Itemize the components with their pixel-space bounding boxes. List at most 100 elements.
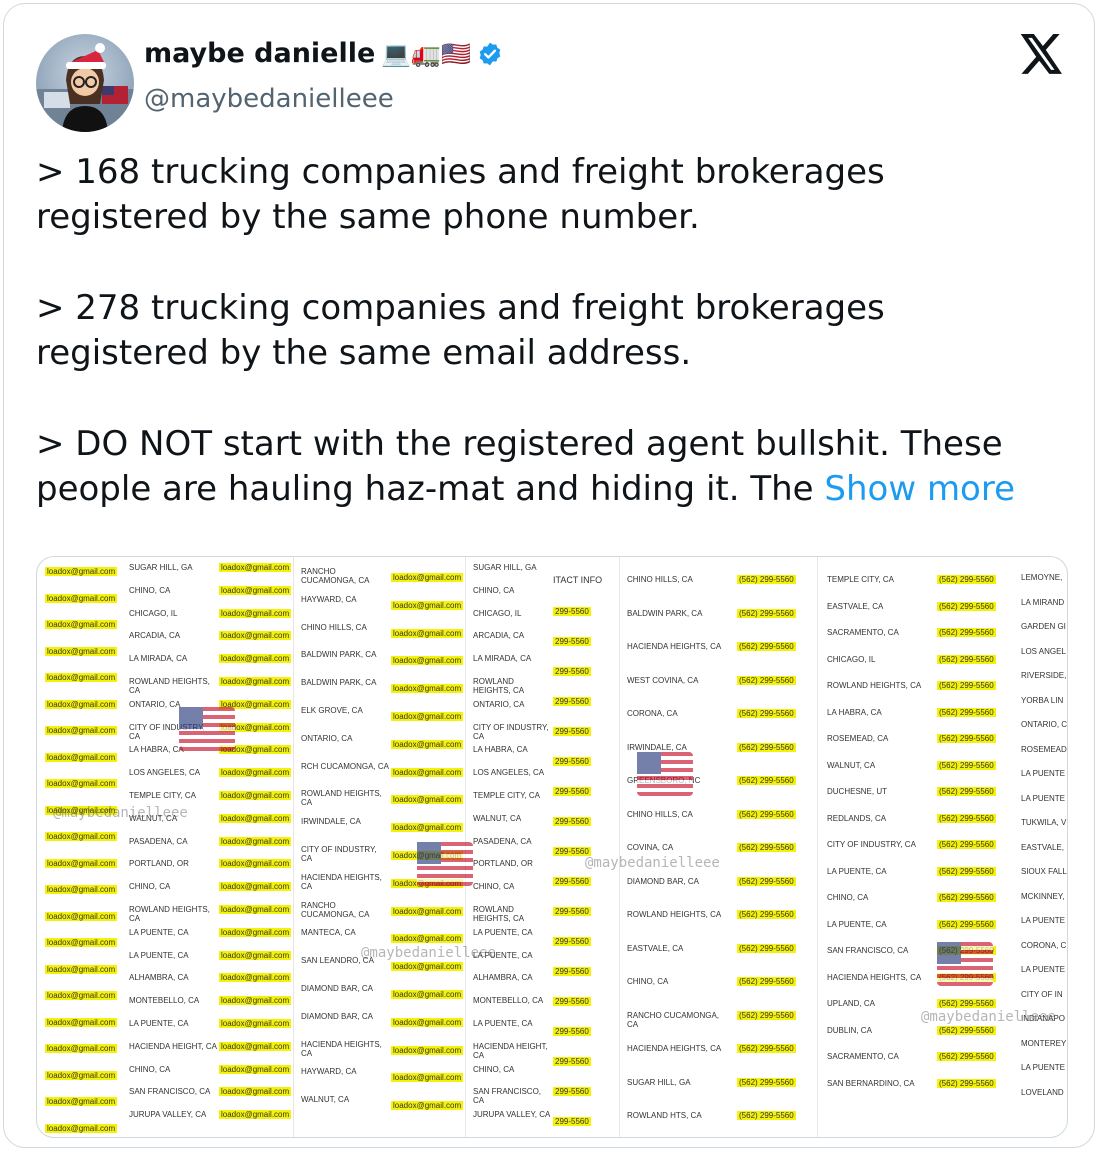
email-cell: loadox@gmail.com: [45, 752, 118, 762]
email-cell: loadox@gmail.com: [391, 1045, 464, 1055]
phone-cell: (562) 299-5560: [737, 675, 796, 685]
phone-cell-text: (562) 299-5560: [737, 843, 796, 852]
email-cell-text: loadox@gmail.com: [219, 905, 292, 914]
city-cell: EASTVALE, CA: [827, 601, 884, 611]
phone-cell: 299-5560: [553, 667, 591, 676]
city-cell: CHINO HILLS, CA: [627, 575, 693, 584]
phone-cell: (562) 299-5560: [937, 1052, 996, 1061]
city-cell: PASADENA, CA: [473, 836, 532, 846]
email-cell-text: loadox@gmail.com: [219, 768, 292, 778]
email-cell-text: loadox@gmail.com: [45, 646, 118, 656]
phone-cell-text: (562) 299-5560: [937, 919, 996, 929]
city-cell: CHINO, CA: [129, 585, 171, 595]
email-cell: loadox@gmail.com: [219, 859, 292, 869]
city-cell: PORTLAND, OR: [473, 859, 533, 869]
email-cell-text: loadox@gmail.com: [219, 813, 292, 823]
city-cell: CHINO, CA: [129, 882, 171, 892]
city-cell: LA PUENTE, CA: [827, 866, 887, 876]
city-cell: LA PUENTE, CA: [129, 1019, 189, 1028]
city-cell: CHINO, CA: [473, 585, 515, 595]
tweet-media-image[interactable]: loadox@gmail.com loadox@gmail.com loadox@g…: [36, 556, 1068, 1138]
phone-cell-text: 299-5560: [553, 937, 591, 946]
email-cell-text: loadox@gmail.com: [391, 573, 464, 582]
city-cell: HACIENDA HEIGHTS, CA: [301, 872, 382, 891]
phone-cell: (562) 299-5560: [737, 1010, 796, 1020]
email-cell: loadox@gmail.com: [45, 779, 118, 788]
email-cell: loadox@gmail.com: [391, 739, 464, 749]
phone-column: (562) 299-5560 (562) 299-5560 (562) 299-55…: [737, 557, 807, 1137]
city-cell: LA PUENTE: [1021, 1063, 1066, 1072]
email-cell-text: loadox@gmail.com: [45, 779, 118, 788]
email-cell-text: loadox@gmail.com: [219, 1110, 292, 1120]
city-cell: SAN BERNARDINO, CA: [827, 1078, 915, 1088]
email-cell: loadox@gmail.com: [45, 726, 118, 735]
email-cell-text: loadox@gmail.com: [45, 567, 118, 576]
city-cell: CHINO, CA: [473, 882, 515, 892]
x-logo-icon[interactable]: [1020, 34, 1064, 78]
email-cell: loadox@gmail.com: [219, 1064, 292, 1074]
email-cell-text: loadox@gmail.com: [45, 858, 118, 868]
email-cell: loadox@gmail.com: [391, 573, 464, 582]
email-cell-text: loadox@gmail.com: [391, 628, 464, 638]
phone-cell-text: (562) 299-5560: [937, 601, 996, 611]
phone-cell-text: 299-5560: [553, 997, 591, 1006]
city-cell: MONTEBELLO, CA: [129, 996, 200, 1006]
city-cell: SACRAMENTO, CA: [827, 1052, 899, 1061]
author-name-row[interactable]: maybe danielle 💻🚛🇺🇸: [144, 38, 503, 69]
author-handle[interactable]: @maybedanielleee: [144, 84, 394, 114]
phone-cell-text: 299-5560: [553, 1087, 591, 1096]
phone-cell-text: (562) 299-5560: [937, 1025, 996, 1035]
phone-cell-text: 299-5560: [553, 607, 591, 616]
email-cell: loadox@gmail.com: [391, 628, 464, 638]
email-cell-text: loadox@gmail.com: [391, 600, 464, 610]
email-cell: loadox@gmail.com: [219, 585, 292, 595]
email-cell-text: loadox@gmail.com: [391, 1073, 464, 1083]
phone-cell-text: (562) 299-5560: [737, 809, 796, 819]
phone-cell: 299-5560: [553, 787, 591, 796]
verified-badge-icon: [479, 42, 501, 65]
divider: [817, 557, 818, 1137]
phone-cell-text: (562) 299-5560: [937, 1052, 996, 1061]
phone-cell-text: (562) 299-5560: [937, 760, 996, 770]
email-column: loadox@gmail.com loadox@gmail.com loadox@g…: [219, 557, 292, 1137]
city-cell: ROWLAND HEIGHTS, CA: [129, 677, 210, 695]
email-cell-text: loadox@gmail.com: [45, 752, 118, 762]
email-cell-text: loadox@gmail.com: [219, 631, 292, 641]
city-cell: ARCADIA, CA: [129, 631, 181, 641]
city-cell: LA MIRAND: [1021, 597, 1065, 607]
email-cell: loadox@gmail.com: [391, 767, 464, 777]
email-cell: loadox@gmail.com: [391, 1017, 464, 1027]
email-cell: loadox@gmail.com: [391, 1101, 464, 1111]
phone-cell: (562) 299-5560: [737, 1111, 796, 1120]
city-cell: CHICAGO, IL: [827, 654, 876, 664]
show-more-link[interactable]: Show more: [824, 469, 1015, 509]
email-cell: loadox@gmail.com: [45, 699, 118, 709]
email-cell-text: loadox@gmail.com: [45, 1044, 118, 1053]
phone-cell: 299-5560: [553, 637, 591, 646]
city-cell: ONTARIO, C: [1021, 720, 1068, 729]
phone-cell-text: 299-5560: [553, 727, 591, 736]
email-cell: loadox@gmail.com: [45, 620, 118, 629]
city-cell: CHINO, CA: [627, 977, 669, 986]
watermark: @maybedanielleee: [585, 855, 720, 871]
city-cell: TUKWILA, V: [1021, 818, 1067, 827]
email-cell: loadox@gmail.com: [219, 631, 292, 641]
phone-cell: 299-5560: [553, 967, 591, 976]
phone-cell-text: (562) 299-5560: [937, 734, 996, 743]
city-cell: JURUPA VALLEY, CA: [473, 1110, 551, 1120]
author-name[interactable]: maybe danielle: [144, 38, 375, 69]
phone-cell-text: 299-5560: [553, 877, 591, 886]
city-cell: ONTARIO, CA: [301, 733, 353, 743]
city-cell: LOVELAND: [1021, 1087, 1064, 1097]
email-cell: loadox@gmail.com: [391, 712, 464, 721]
email-cell-text: loadox@gmail.com: [45, 1070, 118, 1080]
flag-watermark-icon: [637, 752, 693, 796]
email-cell: loadox@gmail.com: [219, 677, 292, 686]
city-cell: ROSEMEAD: [1021, 744, 1067, 754]
city-cell: GARDEN GI: [1021, 622, 1066, 631]
phone-cell-text: 299-5560: [553, 787, 591, 796]
email-cell: loadox@gmail.com: [219, 973, 292, 983]
phone-cell: (562) 299-5560: [737, 977, 796, 986]
email-cell: loadox@gmail.com: [219, 791, 292, 800]
avatar[interactable]: [36, 34, 134, 132]
